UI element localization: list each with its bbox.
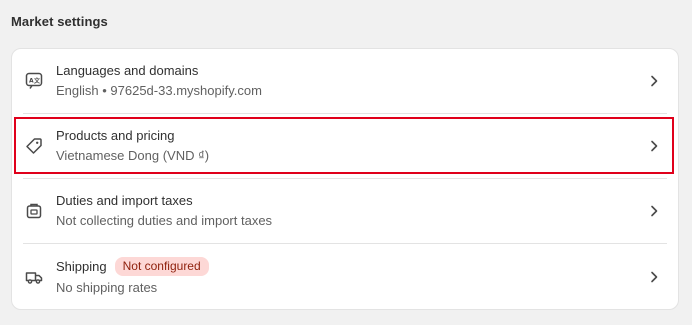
row-title-line: Products and pricing bbox=[56, 128, 175, 143]
chevron-right-icon bbox=[648, 74, 660, 88]
row-title: Languages and domains bbox=[56, 63, 199, 78]
translate-icon: A 文 bbox=[25, 72, 43, 90]
products-and-pricing-row[interactable]: Products and pricing Vietnamese Dong (VN… bbox=[12, 114, 678, 178]
chevron-right-icon bbox=[648, 204, 660, 218]
row-divider bbox=[23, 243, 667, 244]
duties-icon bbox=[25, 202, 43, 220]
row-title-line: Shipping Not configured bbox=[56, 257, 209, 276]
row-subtitle: Not collecting duties and import taxes bbox=[56, 213, 273, 228]
market-settings-page: Market settings A 文 Languages and domain… bbox=[0, 0, 692, 325]
svg-text:文: 文 bbox=[33, 77, 41, 85]
row-subtitle: Vietnamese Dong (VND ₫) bbox=[56, 148, 210, 163]
shipping-row[interactable]: Shipping Not configured No shipping rate… bbox=[12, 245, 678, 309]
row-subtitle: No shipping rates bbox=[56, 280, 158, 295]
market-settings-card: A 文 Languages and domains English • 9762… bbox=[11, 48, 679, 310]
row-title: Duties and import taxes bbox=[56, 193, 193, 208]
languages-and-domains-row[interactable]: A 文 Languages and domains English • 9762… bbox=[12, 49, 678, 113]
row-title-line: Languages and domains bbox=[56, 63, 198, 78]
row-subtitle: English • 97625d-33.myshopify.com bbox=[56, 83, 262, 98]
row-title: Shipping bbox=[56, 259, 107, 274]
status-badge: Not configured bbox=[114, 257, 209, 276]
tag-icon bbox=[25, 137, 43, 155]
section-title: Market settings bbox=[11, 14, 108, 29]
truck-icon bbox=[25, 268, 43, 286]
row-title: Products and pricing bbox=[56, 128, 175, 143]
chevron-right-icon bbox=[648, 139, 660, 153]
chevron-right-icon bbox=[648, 270, 660, 284]
duties-and-import-taxes-row[interactable]: Duties and import taxes Not collecting d… bbox=[12, 179, 678, 243]
row-title-line: Duties and import taxes bbox=[56, 193, 193, 208]
